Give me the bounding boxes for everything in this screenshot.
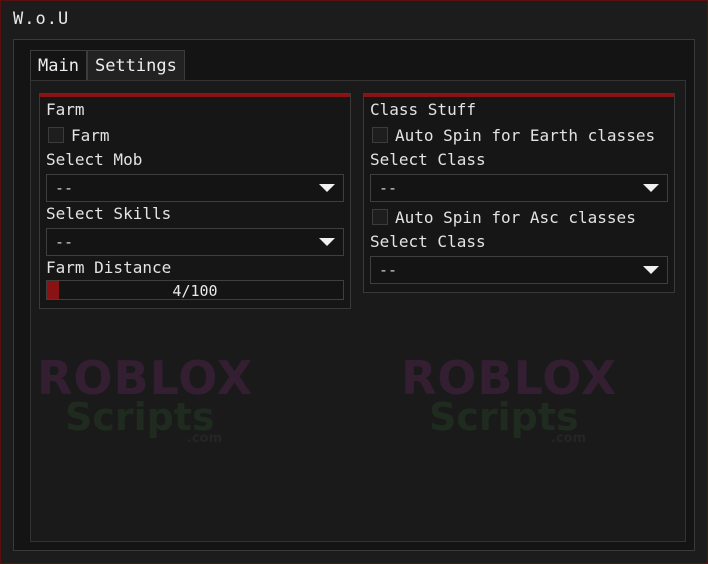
select-class-label: Select Class [370, 150, 486, 169]
panel-accent-bar [364, 94, 674, 97]
watermark-logo: ROBLOX Scripts .com [401, 351, 618, 446]
tab-main[interactable]: Main [30, 50, 87, 80]
auto-spin-asc-label: Auto Spin for Asc classes [395, 208, 636, 227]
tab-settings[interactable]: Settings [86, 50, 185, 80]
farm-checkbox-label: Farm [71, 126, 110, 145]
select-mob-dropdown[interactable]: -- [46, 174, 344, 202]
watermark-logo: ROBLOX Scripts .com [37, 351, 254, 446]
select-mob-label: Select Mob [46, 150, 143, 169]
select-skills-value: -- [55, 233, 74, 251]
class-stuff-header: Class Stuff [370, 100, 476, 119]
select-mob-value: -- [55, 179, 74, 197]
farm-distance-slider[interactable]: 4/100 [46, 280, 344, 300]
auto-spin-earth-label: Auto Spin for Earth classes [395, 126, 656, 145]
farm-distance-label: Farm Distance [46, 258, 172, 277]
farm-distance-value: 4/100 [172, 282, 218, 300]
auto-spin-asc-checkbox[interactable] [372, 209, 388, 225]
chevron-down-icon [319, 184, 335, 192]
farm-panel: Farm Farm Select Mob -- Select Skills --… [39, 93, 351, 309]
chevron-down-icon [319, 238, 335, 246]
panel-accent-bar [40, 94, 350, 97]
window-title: W.o.U [13, 9, 70, 29]
tab-content: Farm Farm Select Mob -- Select Skills --… [30, 80, 686, 542]
select-class-value: -- [379, 261, 398, 279]
select-skills-label: Select Skills [46, 204, 172, 223]
select-skills-dropdown[interactable]: -- [46, 228, 344, 256]
select-class-dropdown[interactable]: -- [370, 174, 668, 202]
main-frame: Main Settings Farm Farm Select Mob -- Se… [13, 39, 695, 551]
class-stuff-panel: Class Stuff Auto Spin for Earth classes … [363, 93, 675, 293]
select-class-dropdown[interactable]: -- [370, 256, 668, 284]
chevron-down-icon [643, 184, 659, 192]
farm-header: Farm [46, 100, 85, 119]
select-class-value: -- [379, 179, 398, 197]
chevron-down-icon [643, 266, 659, 274]
tab-bar: Main Settings [30, 50, 185, 80]
main-window: W.o.U Main Settings Farm Farm Select Mob… [0, 0, 708, 564]
farm-checkbox[interactable] [48, 127, 64, 143]
auto-spin-earth-checkbox[interactable] [372, 127, 388, 143]
select-class-label: Select Class [370, 232, 486, 251]
